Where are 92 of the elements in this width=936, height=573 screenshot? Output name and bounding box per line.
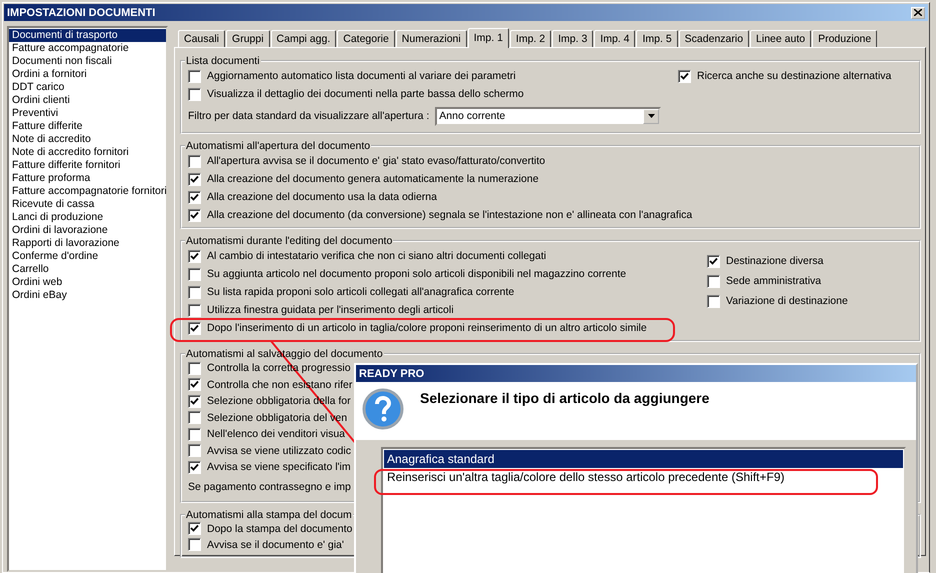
- document-type-item[interactable]: Ordini a fornitori: [9, 68, 166, 81]
- settings-tab[interactable]: Categorie: [337, 30, 395, 47]
- checkbox[interactable]: [188, 88, 201, 100]
- document-type-item[interactable]: Documenti di trasporto: [9, 29, 166, 42]
- question-icon: [362, 388, 404, 430]
- checkbox[interactable]: [188, 250, 201, 262]
- document-type-item[interactable]: Preventivi: [9, 107, 166, 120]
- window-title: IMPOSTAZIONI DOCUMENTI: [7, 6, 156, 18]
- setting-text: Se pagamento contrassegno e imp: [188, 480, 351, 492]
- document-type-item[interactable]: Ordini clienti: [9, 94, 166, 107]
- dialog-message: Selezionare il tipo di articolo da aggiungere: [420, 389, 710, 408]
- checkbox-label: Utilizza finestra guidata per l'inserimento degli articoli: [207, 304, 454, 316]
- document-type-item[interactable]: Ordini di lavorazione: [9, 224, 166, 237]
- settings-tab[interactable]: Imp. 2: [510, 30, 552, 47]
- checkbox-label: Alla creazione del documento usa la data odierna: [207, 191, 437, 203]
- date-filter-dropdown[interactable]: Anno corrente: [435, 106, 662, 126]
- checkbox[interactable]: [188, 428, 201, 441]
- group-title: Automatismi durante l'editing del documento: [185, 235, 394, 247]
- checkbox-label: Dopo la stampa del documento: [207, 522, 352, 534]
- list-option[interactable]: Anagrafica standard: [384, 450, 903, 468]
- checkbox[interactable]: [188, 378, 201, 392]
- checkbox[interactable]: [188, 394, 201, 408]
- close-icon[interactable]: [911, 6, 925, 18]
- checkbox-label: Sede amministrativa: [726, 275, 822, 287]
- checkbox[interactable]: [188, 522, 201, 535]
- checkbox[interactable]: [188, 322, 201, 334]
- group-title: Lista documenti: [185, 55, 261, 67]
- checkbox[interactable]: [188, 460, 201, 474]
- checkbox[interactable]: [707, 254, 720, 268]
- checkbox-label: Al cambio di intestatario verifica che non ci siano altri documenti collegati: [207, 250, 546, 262]
- settings-tab[interactable]: Linee auto: [750, 30, 812, 47]
- checkbox[interactable]: [707, 294, 720, 308]
- checkbox-label: Alla creazione del documento (da conversione) segnala se l'intestazione non e' allineata con l'anagrafica: [207, 209, 692, 221]
- checkbox-label: Su lista rapida proponi solo articoli collegati all'anagrafica corrente: [207, 286, 514, 298]
- document-type-item[interactable]: Note di accredito fornitori: [9, 146, 166, 159]
- document-type-item[interactable]: Lanci di produzione: [9, 211, 166, 224]
- checkbox-label: Aggiornamento automatico lista documenti al variare dei parametri: [207, 70, 516, 82]
- document-type-item[interactable]: Note di accredito: [9, 133, 166, 146]
- checkbox[interactable]: [188, 268, 201, 280]
- checkbox[interactable]: [188, 70, 201, 82]
- group-title: Automatismi all'apertura del documento: [185, 140, 372, 152]
- checkbox[interactable]: [188, 172, 201, 186]
- group-title: Automatismi alla stampa del docum: [185, 508, 353, 520]
- checkbox[interactable]: [188, 304, 201, 316]
- settings-tab[interactable]: Campi agg.: [270, 30, 336, 47]
- checkbox[interactable]: [188, 411, 201, 424]
- checkbox-label: Dopo l'inserimento di un articolo in taglia/colore proponi reinserimento di un altro articolo simile: [207, 322, 647, 334]
- checkbox[interactable]: [188, 286, 201, 298]
- document-type-item[interactable]: Fatture differite: [9, 120, 166, 133]
- settings-tab[interactable]: Causali: [178, 30, 226, 47]
- checkbox[interactable]: [188, 208, 201, 222]
- checkbox-label: All'apertura avvisa se il documento e' gia' stato evaso/fatturato/convertito: [207, 155, 546, 167]
- checkbox[interactable]: [188, 538, 201, 551]
- document-type-item[interactable]: Rapporti di lavorazione: [9, 237, 166, 250]
- checkbox[interactable]: [188, 154, 201, 168]
- checkbox[interactable]: [188, 362, 201, 375]
- settings-tab[interactable]: Imp. 5: [636, 30, 678, 47]
- checkbox[interactable]: [188, 190, 201, 204]
- document-type-item[interactable]: Ordini eBay: [9, 289, 166, 302]
- document-type-item[interactable]: Fatture accompagnatorie: [9, 42, 166, 55]
- checkbox-label: Variazione di destinazione: [726, 295, 848, 307]
- settings-tab[interactable]: Produzione: [812, 30, 878, 47]
- settings-tab[interactable]: Gruppi: [226, 30, 270, 47]
- checkbox-label: Destinazione diversa: [726, 255, 824, 267]
- document-type-item[interactable]: DDT carico: [9, 81, 166, 94]
- document-type-item[interactable]: Documenti non fiscali: [9, 55, 166, 68]
- checkbox-label: Avvisa se il documento e' gia': [207, 538, 344, 550]
- checkbox-label: Ricerca anche su destinazione alternativa: [697, 70, 892, 82]
- checkbox-label: Alla creazione del documento genera automaticamente la numerazione: [207, 173, 539, 185]
- document-type-item[interactable]: Fatture accompagnatorie fornitori: [9, 185, 166, 198]
- filter-label: Filtro per data standard da visualizzare all'apertura :: [188, 110, 430, 122]
- checkbox-label: Visualizza il dettaglio dei documenti nella parte bassa dello schermo: [207, 88, 524, 100]
- settings-tab[interactable]: Imp. 4: [594, 30, 636, 47]
- document-type-item[interactable]: Carrello: [9, 263, 166, 276]
- document-type-item[interactable]: Conferme d'ordine: [9, 250, 166, 263]
- document-type-item[interactable]: Ordini web: [9, 276, 166, 289]
- document-type-item[interactable]: Ricevute di cassa: [9, 198, 166, 211]
- checkbox[interactable]: [188, 444, 201, 458]
- settings-tab[interactable]: Imp. 3: [552, 30, 594, 47]
- checkbox-label: Avvisa se viene utilizzato codic: [207, 444, 351, 457]
- document-type-item[interactable]: Fatture proforma: [9, 172, 166, 185]
- dialog-title: READY PRO: [356, 365, 916, 382]
- checkbox-label: Avvisa se viene specificato l'im: [207, 461, 351, 474]
- checkbox[interactable]: [707, 274, 720, 288]
- checkbox-label: Nell'elenco dei venditori visua: [207, 428, 345, 440]
- checkbox-label: Su aggiunta articolo nel documento proponi solo articoli disponibili nel magazzino corrente: [207, 268, 626, 280]
- checkbox[interactable]: [678, 70, 691, 82]
- list-option[interactable]: Reinserisci un'altra taglia/colore dello stesso articolo precedente (Shift+F9): [384, 468, 903, 486]
- settings-tab[interactable]: Numerazioni: [396, 30, 467, 47]
- settings-tab[interactable]: Scadenzario: [678, 30, 750, 47]
- settings-tab[interactable]: Imp. 1: [468, 28, 509, 48]
- document-type-item[interactable]: Fatture differite fornitori: [9, 159, 166, 172]
